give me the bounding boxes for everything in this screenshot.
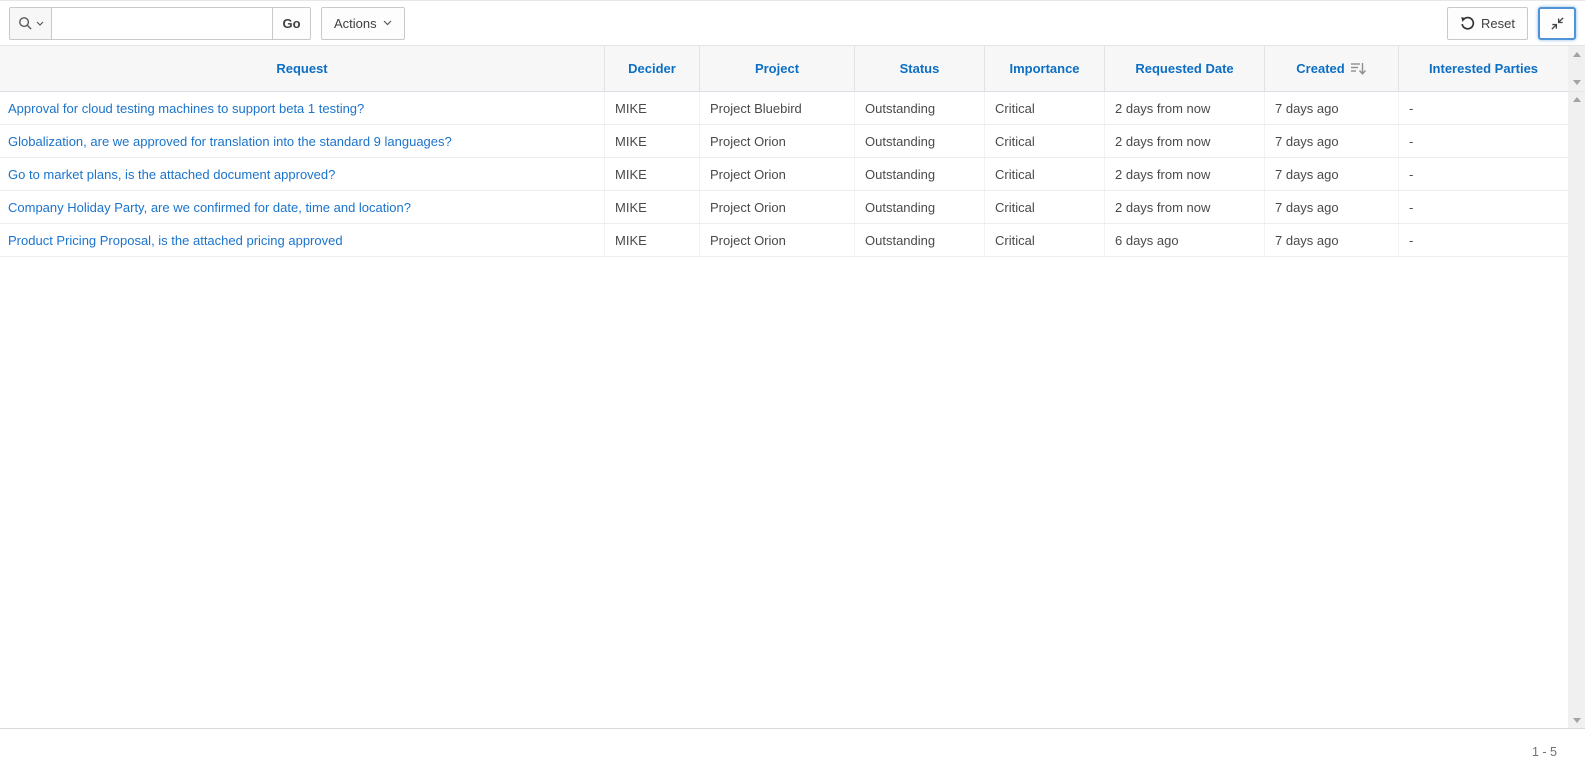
- request-link[interactable]: Approval for cloud testing machines to s…: [8, 101, 364, 116]
- cell-request: Product Pricing Proposal, is the attache…: [0, 224, 605, 256]
- column-header-request[interactable]: Request: [0, 46, 605, 91]
- reset-button-label: Reset: [1481, 16, 1515, 31]
- cell-request: Company Holiday Party, are we confirmed …: [0, 191, 605, 223]
- column-header-label: Project: [755, 61, 799, 76]
- cell-requested_date: 6 days ago: [1105, 224, 1265, 256]
- collapse-region-button[interactable]: [1538, 7, 1576, 40]
- column-header-project[interactable]: Project: [700, 46, 855, 91]
- column-header-label: Interested Parties: [1429, 61, 1538, 76]
- cell-status: Outstanding: [855, 158, 985, 190]
- cell-decider: MIKE: [605, 158, 700, 190]
- scroll-up-arrow-icon[interactable]: [1573, 97, 1581, 102]
- cell-project: Project Bluebird: [700, 92, 855, 124]
- table-row: Approval for cloud testing machines to s…: [0, 92, 1568, 125]
- request-link[interactable]: Globalization, are we approved for trans…: [8, 134, 452, 149]
- cell-project: Project Orion: [700, 125, 855, 157]
- cell-project: Project Orion: [700, 224, 855, 256]
- actions-button-label: Actions: [334, 16, 377, 31]
- column-header-interested_parties[interactable]: Interested Parties: [1399, 46, 1568, 91]
- cell-interested_parties: -: [1399, 191, 1568, 223]
- cell-request: Approval for cloud testing machines to s…: [0, 92, 605, 124]
- body-scrollbar[interactable]: [1568, 92, 1585, 728]
- cell-created: 7 days ago: [1265, 158, 1399, 190]
- column-header-label: Request: [276, 61, 327, 76]
- search-column-dropdown-button[interactable]: [9, 7, 52, 40]
- request-link[interactable]: Go to market plans, is the attached docu…: [8, 167, 335, 182]
- collapse-icon: [1550, 16, 1565, 31]
- column-header-label: Decider: [628, 61, 676, 76]
- column-header-label: Status: [900, 61, 940, 76]
- table-row: Go to market plans, is the attached docu…: [0, 158, 1568, 191]
- chevron-down-icon: [36, 21, 44, 26]
- chevron-down-icon: [383, 20, 392, 26]
- cell-interested_parties: -: [1399, 125, 1568, 157]
- cell-request: Go to market plans, is the attached docu…: [0, 158, 605, 190]
- cell-request: Globalization, are we approved for trans…: [0, 125, 605, 157]
- reset-button[interactable]: Reset: [1447, 7, 1528, 40]
- cell-requested_date: 2 days from now: [1105, 158, 1265, 190]
- report-toolbar: Go Actions Reset: [0, 1, 1585, 46]
- cell-importance: Critical: [985, 191, 1105, 223]
- column-header-label: Created: [1296, 61, 1344, 76]
- cell-interested_parties: -: [1399, 92, 1568, 124]
- column-header-importance[interactable]: Importance: [985, 46, 1105, 91]
- report-footer: 1 - 5: [0, 728, 1585, 774]
- cell-status: Outstanding: [855, 125, 985, 157]
- grid-header-row: Request Decider Project Status Importance Req…: [0, 46, 1568, 92]
- request-link[interactable]: Company Holiday Party, are we confirmed …: [8, 200, 411, 215]
- search-icon: [18, 16, 33, 31]
- cell-decider: MIKE: [605, 92, 700, 124]
- vertical-scrollbar[interactable]: [1568, 46, 1585, 728]
- column-header-decider[interactable]: Decider: [605, 46, 700, 91]
- cell-interested_parties: -: [1399, 224, 1568, 256]
- cell-importance: Critical: [985, 125, 1105, 157]
- request-link[interactable]: Product Pricing Proposal, is the attache…: [8, 233, 343, 248]
- table-row: Product Pricing Proposal, is the attache…: [0, 224, 1568, 257]
- table-row: Company Holiday Party, are we confirmed …: [0, 191, 1568, 224]
- scroll-up-arrow-icon[interactable]: [1573, 52, 1581, 57]
- cell-project: Project Orion: [700, 158, 855, 190]
- cell-requested_date: 2 days from now: [1105, 125, 1265, 157]
- column-header-label: Requested Date: [1135, 61, 1233, 76]
- header-scrollbar[interactable]: [1568, 46, 1585, 92]
- reset-icon: [1460, 16, 1475, 31]
- cell-interested_parties: -: [1399, 158, 1568, 190]
- cell-decider: MIKE: [605, 224, 700, 256]
- column-header-created[interactable]: Created: [1265, 46, 1399, 91]
- cell-decider: MIKE: [605, 125, 700, 157]
- cell-created: 7 days ago: [1265, 191, 1399, 223]
- cell-requested_date: 2 days from now: [1105, 92, 1265, 124]
- search-input[interactable]: [52, 7, 273, 40]
- cell-status: Outstanding: [855, 92, 985, 124]
- column-header-status[interactable]: Status: [855, 46, 985, 91]
- go-button[interactable]: Go: [272, 7, 311, 40]
- cell-importance: Critical: [985, 92, 1105, 124]
- scroll-down-arrow-icon[interactable]: [1573, 80, 1581, 85]
- cell-created: 7 days ago: [1265, 125, 1399, 157]
- cell-created: 7 days ago: [1265, 92, 1399, 124]
- search-bar: Go: [9, 7, 311, 40]
- cell-status: Outstanding: [855, 191, 985, 223]
- cell-created: 7 days ago: [1265, 224, 1399, 256]
- column-header-requested_date[interactable]: Requested Date: [1105, 46, 1265, 91]
- cell-requested_date: 2 days from now: [1105, 191, 1265, 223]
- cell-importance: Critical: [985, 158, 1105, 190]
- cell-project: Project Orion: [700, 191, 855, 223]
- scroll-down-arrow-icon[interactable]: [1573, 718, 1581, 723]
- table-row: Globalization, are we approved for trans…: [0, 125, 1568, 158]
- interactive-report-region: Go Actions Reset: [0, 0, 1585, 774]
- grid-body: Approval for cloud testing machines to s…: [0, 92, 1568, 257]
- actions-button[interactable]: Actions: [321, 7, 405, 40]
- cell-decider: MIKE: [605, 191, 700, 223]
- sort-descending-icon: [1350, 61, 1367, 76]
- pagination-range: 1 - 5: [1532, 745, 1557, 759]
- cell-status: Outstanding: [855, 224, 985, 256]
- cell-importance: Critical: [985, 224, 1105, 256]
- column-header-label: Importance: [1009, 61, 1079, 76]
